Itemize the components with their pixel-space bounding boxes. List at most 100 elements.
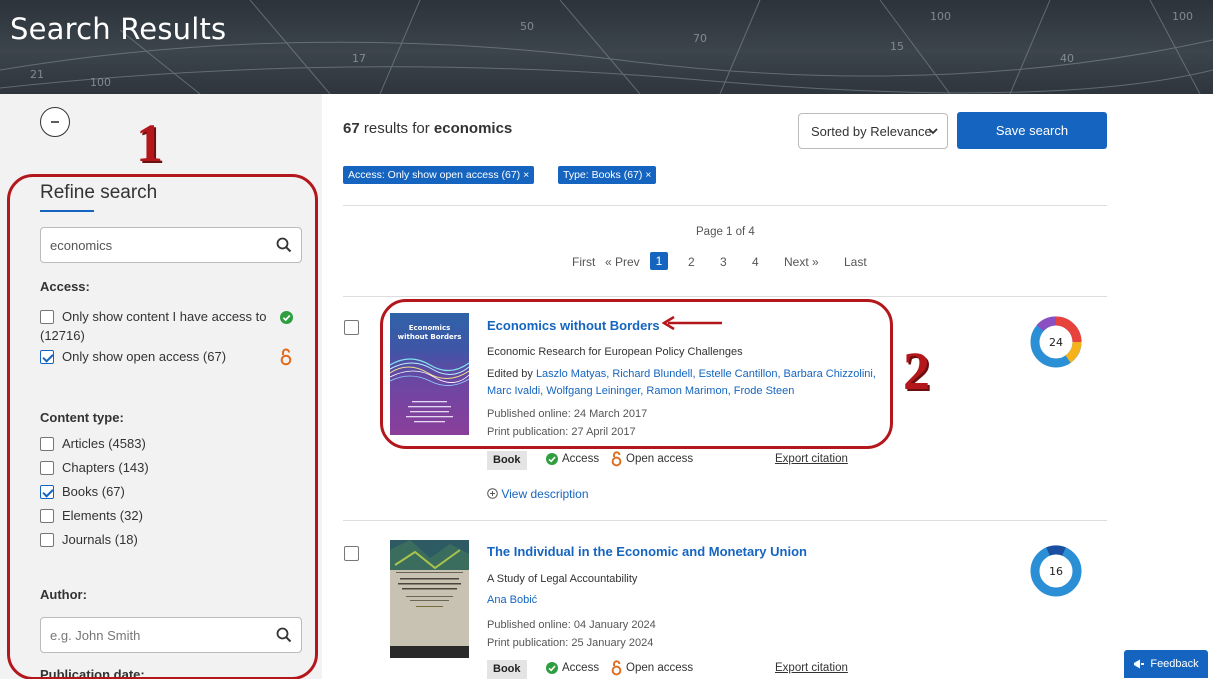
- annotation-arrow: [661, 315, 722, 331]
- save-search-button[interactable]: Save search: [957, 112, 1107, 149]
- plus-circle-icon: [487, 488, 498, 499]
- pagination-next[interactable]: Next »: [784, 255, 819, 269]
- search-icon[interactable]: [276, 627, 292, 643]
- result-title[interactable]: Economics without Borders: [487, 318, 660, 333]
- result-published-online: Published online: 24 March 2017: [487, 408, 648, 420]
- pagination-first[interactable]: First: [572, 255, 595, 269]
- cover-art: [390, 540, 469, 658]
- feedback-button[interactable]: Feedback: [1124, 650, 1208, 678]
- refine-search-input[interactable]: economics: [40, 227, 302, 263]
- active-filter-access[interactable]: Access: Only show open access (67) ×: [343, 166, 535, 184]
- edited-by-label: Edited by: [487, 368, 533, 380]
- open-access-label: Open access: [626, 453, 694, 465]
- result-editors: Edited by Laszlo Matyas, Richard Blundel…: [487, 366, 882, 400]
- content-type-label: Books (67): [62, 484, 125, 499]
- open-access-icon: [280, 348, 292, 366]
- content-type-checkbox[interactable]: [40, 437, 54, 451]
- svg-text:70: 70: [693, 32, 707, 45]
- collapse-sidebar-button[interactable]: [40, 107, 70, 137]
- check-circle-icon: [546, 662, 558, 674]
- open-access-indicator: Open access: [611, 451, 693, 467]
- author-heading: Author:: [40, 587, 87, 602]
- result-authors[interactable]: Ana Bobić: [487, 594, 537, 606]
- open-access-indicator: Open access: [611, 660, 693, 676]
- view-description-label: View description: [501, 487, 589, 501]
- results-count: 67 results for economics: [343, 120, 512, 137]
- svg-text:100: 100: [1172, 10, 1193, 23]
- content-type-label: Elements (32): [62, 508, 143, 523]
- export-citation-link[interactable]: Export citation: [775, 453, 848, 465]
- pagination-page-2[interactable]: 2: [688, 255, 695, 269]
- altmetric-badge[interactable]: 24: [1028, 314, 1084, 370]
- cover-title-line1: Economics: [409, 324, 451, 332]
- pagination-page-1[interactable]: 1: [650, 252, 668, 270]
- result-title[interactable]: The Individual in the Economic and Monet…: [487, 544, 807, 559]
- content-type-label: Articles (4583): [62, 436, 146, 451]
- refine-search-value: economics: [50, 238, 113, 253]
- svg-text:17: 17: [352, 52, 366, 65]
- page-indicator: Page 1 of 4: [696, 226, 755, 238]
- view-description-toggle[interactable]: View description: [487, 487, 589, 501]
- type-badge: Book: [487, 451, 527, 470]
- svg-text:21: 21: [30, 68, 44, 81]
- book-cover[interactable]: Economics without Borders: [390, 313, 469, 435]
- search-icon[interactable]: [276, 237, 292, 253]
- pagination-prev[interactable]: « Prev: [605, 255, 640, 269]
- svg-text:40: 40: [1060, 52, 1074, 65]
- result-print-publication: Print publication: 27 April 2017: [487, 426, 636, 438]
- cover-art: Economics without Borders: [390, 324, 469, 423]
- result-select-checkbox[interactable]: [344, 320, 359, 335]
- svg-text:15: 15: [890, 40, 904, 53]
- pagination-page-3[interactable]: 3: [720, 255, 727, 269]
- minus-icon: [51, 121, 59, 123]
- content-type-checkbox[interactable]: [40, 485, 54, 499]
- divider: [343, 296, 1107, 297]
- type-badge: Book: [487, 660, 527, 679]
- content-type-checkbox[interactable]: [40, 509, 54, 523]
- altmetric-badge[interactable]: 16: [1028, 543, 1084, 599]
- access-option-count: (12716): [40, 328, 85, 343]
- book-cover[interactable]: [390, 540, 469, 658]
- result-published-online: Published online: 04 January 2024: [487, 619, 656, 631]
- content-type-checkbox[interactable]: [40, 461, 54, 475]
- altmetric-score: 24: [1049, 336, 1063, 349]
- content-type-checkbox[interactable]: [40, 533, 54, 547]
- result-authors[interactable]: Laszlo Matyas, Richard Blundell, Estelle…: [487, 368, 876, 397]
- content-type-label: Chapters (143): [62, 460, 149, 475]
- altmetric-score: 16: [1049, 565, 1063, 578]
- access-checkbox-open-access[interactable]: [40, 350, 54, 364]
- result-print-publication: Print publication: 25 January 2024: [487, 637, 654, 649]
- divider: [343, 205, 1107, 206]
- check-circle-icon: [280, 311, 293, 324]
- result-subtitle: Economic Research for European Policy Ch…: [487, 346, 743, 358]
- svg-text:100: 100: [90, 76, 111, 89]
- page-title: Search Results: [10, 12, 227, 46]
- feedback-label: Feedback: [1150, 658, 1199, 670]
- divider: [343, 520, 1107, 521]
- access-checkbox-content-i-have[interactable]: [40, 310, 54, 324]
- annotation-label-2: 2: [903, 341, 930, 401]
- open-access-label: Open access: [626, 662, 694, 674]
- access-option-label: Only show content I have access to: [62, 309, 267, 324]
- author-placeholder: e.g. John Smith: [50, 628, 141, 643]
- open-access-icon: [611, 660, 622, 676]
- svg-text:100: 100: [930, 10, 951, 23]
- author-input[interactable]: e.g. John Smith: [40, 617, 302, 653]
- header-banner: 21 100 17 50 70 15 100 40 100 Search Results: [0, 0, 1213, 94]
- access-indicator: Access: [546, 662, 599, 674]
- refine-search-heading: Refine search: [40, 182, 158, 203]
- content-type-heading: Content type:: [40, 410, 124, 425]
- result-select-checkbox[interactable]: [344, 546, 359, 561]
- access-indicator: Access: [546, 453, 599, 465]
- pagination-page-4[interactable]: 4: [752, 255, 759, 269]
- export-citation-link[interactable]: Export citation: [775, 662, 848, 674]
- result-authors-line: Ana Bobić: [487, 592, 537, 609]
- sort-select[interactable]: Sorted by Relevance: [798, 113, 948, 149]
- chevron-down-icon: [928, 128, 938, 135]
- content-type-label: Journals (18): [62, 532, 138, 547]
- open-access-icon: [611, 451, 622, 467]
- pagination-last[interactable]: Last: [844, 255, 867, 269]
- access-heading: Access:: [40, 279, 90, 294]
- active-filter-type[interactable]: Type: Books (67) ×: [558, 166, 657, 184]
- access-option-label: Only show open access (67): [62, 349, 227, 364]
